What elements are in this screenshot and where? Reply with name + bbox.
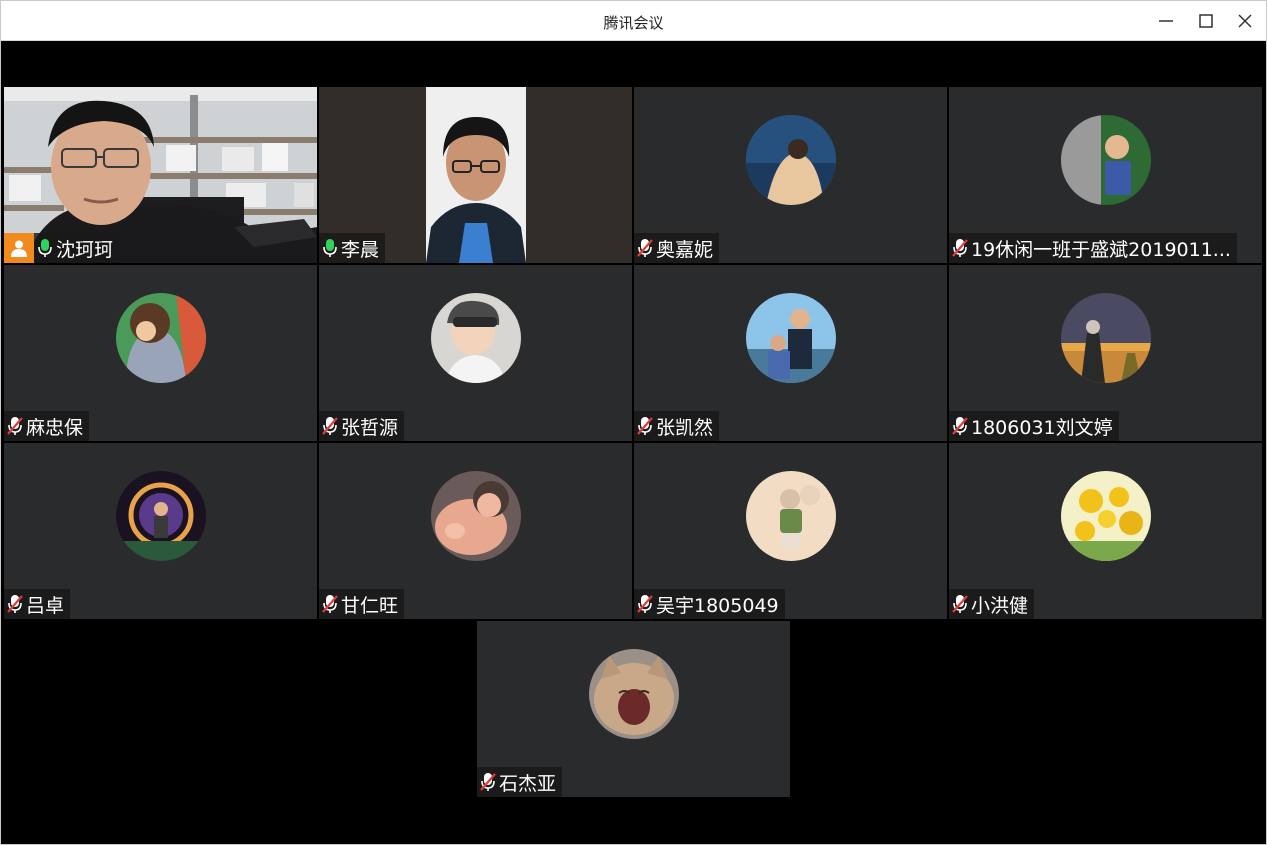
participant-avatar <box>589 649 679 739</box>
participant-name-bar: 石杰亚 <box>477 767 563 797</box>
mic-muted-icon <box>322 595 338 613</box>
participant-tile[interactable]: 奥嘉妮 <box>634 87 947 263</box>
mic-muted-icon <box>952 595 968 613</box>
participant-name-bar: 吴宇1805049 <box>634 589 785 619</box>
person-icon <box>11 240 27 257</box>
participant-name-bar: 沈珂珂 <box>4 233 120 263</box>
participant-name-bar: 张凯然 <box>634 411 720 441</box>
participant-avatar <box>116 471 206 561</box>
participant-avatar <box>746 471 836 561</box>
host-badge <box>4 233 34 263</box>
participant-tile[interactable]: 1806031刘文婷 <box>949 265 1262 441</box>
participant-name: 张哲源 <box>341 416 399 439</box>
window-title: 腾讯会议 <box>603 14 664 32</box>
participant-tile[interactable]: 麻忠保 <box>4 265 317 441</box>
participant-name-bar: 李晨 <box>319 233 386 263</box>
participant-tile[interactable]: 张凯然 <box>634 265 947 441</box>
participant-name: 甘仁旺 <box>341 594 399 617</box>
participant-avatar <box>746 115 836 205</box>
participant-tile[interactable]: 沈珂珂 <box>4 87 317 263</box>
participant-tile[interactable]: 石杰亚 <box>477 621 790 797</box>
participant-name-bar: 吕卓 <box>4 589 71 619</box>
participant-avatar <box>1061 115 1151 205</box>
mic-muted-icon <box>952 417 968 435</box>
participant-name: 李晨 <box>341 238 380 261</box>
participant-tile[interactable]: 张哲源 <box>319 265 632 441</box>
participant-name-bar: 张哲源 <box>319 411 405 441</box>
participant-name: 小洪健 <box>971 594 1029 617</box>
participant-tile[interactable]: 吕卓 <box>4 443 317 619</box>
participant-name-bar: 1806031刘文婷 <box>949 411 1119 441</box>
minimize-icon <box>1159 20 1173 22</box>
mic-muted-icon <box>637 595 653 613</box>
participant-name-bar: 奥嘉妮 <box>634 233 720 263</box>
participant-avatar <box>1061 293 1151 383</box>
participant-name-bar: 19休闲一班于盛斌2019011... <box>949 233 1237 263</box>
participant-avatar <box>746 293 836 383</box>
title-bar[interactable]: 腾讯会议 <box>1 1 1266 41</box>
mic-muted-icon <box>7 595 23 613</box>
participant-name: 奥嘉妮 <box>656 238 714 261</box>
participant-tile[interactable]: 甘仁旺 <box>319 443 632 619</box>
participant-name: 吴宇1805049 <box>656 594 779 617</box>
maximize-icon <box>1199 14 1213 28</box>
participant-avatar <box>431 293 521 383</box>
participant-tile[interactable]: 小洪健 <box>949 443 1262 619</box>
participant-name-bar: 小洪健 <box>949 589 1035 619</box>
participant-avatar <box>1061 471 1151 561</box>
mic-muted-icon <box>322 417 338 435</box>
mic-muted-icon <box>637 417 653 435</box>
close-icon <box>1238 14 1252 28</box>
participant-name: 吕卓 <box>26 594 65 617</box>
video-grid: 沈珂珂 李晨 奥嘉妮 19休闲一班于盛斌2019011... 麻忠保 张哲源 张… <box>3 42 1265 844</box>
mic-muted-icon <box>952 239 968 257</box>
participant-tile[interactable]: 19休闲一班于盛斌2019011... <box>949 87 1262 263</box>
participant-avatar <box>116 293 206 383</box>
participant-name-bar: 甘仁旺 <box>319 589 405 619</box>
participant-name: 张凯然 <box>656 416 714 439</box>
minimize-button[interactable] <box>1153 9 1179 33</box>
participant-tile[interactable]: 吴宇1805049 <box>634 443 947 619</box>
close-button[interactable] <box>1232 9 1258 33</box>
participant-name: 沈珂珂 <box>56 238 114 261</box>
participant-name: 石杰亚 <box>499 772 557 795</box>
meeting-window: 腾讯会议 沈珂珂 李晨 奥嘉妮 19休闲一班于盛斌2019011... 麻忠保 … <box>0 0 1267 845</box>
mic-muted-icon <box>7 417 23 435</box>
participant-name: 19休闲一班于盛斌2019011... <box>971 238 1231 261</box>
mic-muted-icon <box>637 239 653 257</box>
maximize-button[interactable] <box>1193 9 1219 33</box>
mic-muted-icon <box>480 773 496 791</box>
participant-name: 麻忠保 <box>26 416 84 439</box>
mic-on-icon <box>38 239 52 257</box>
participant-tile[interactable]: 李晨 <box>319 87 632 263</box>
participant-name-bar: 麻忠保 <box>4 411 90 441</box>
mic-on-icon <box>323 239 337 257</box>
participant-avatar <box>431 471 521 561</box>
participant-name: 1806031刘文婷 <box>971 416 1113 439</box>
